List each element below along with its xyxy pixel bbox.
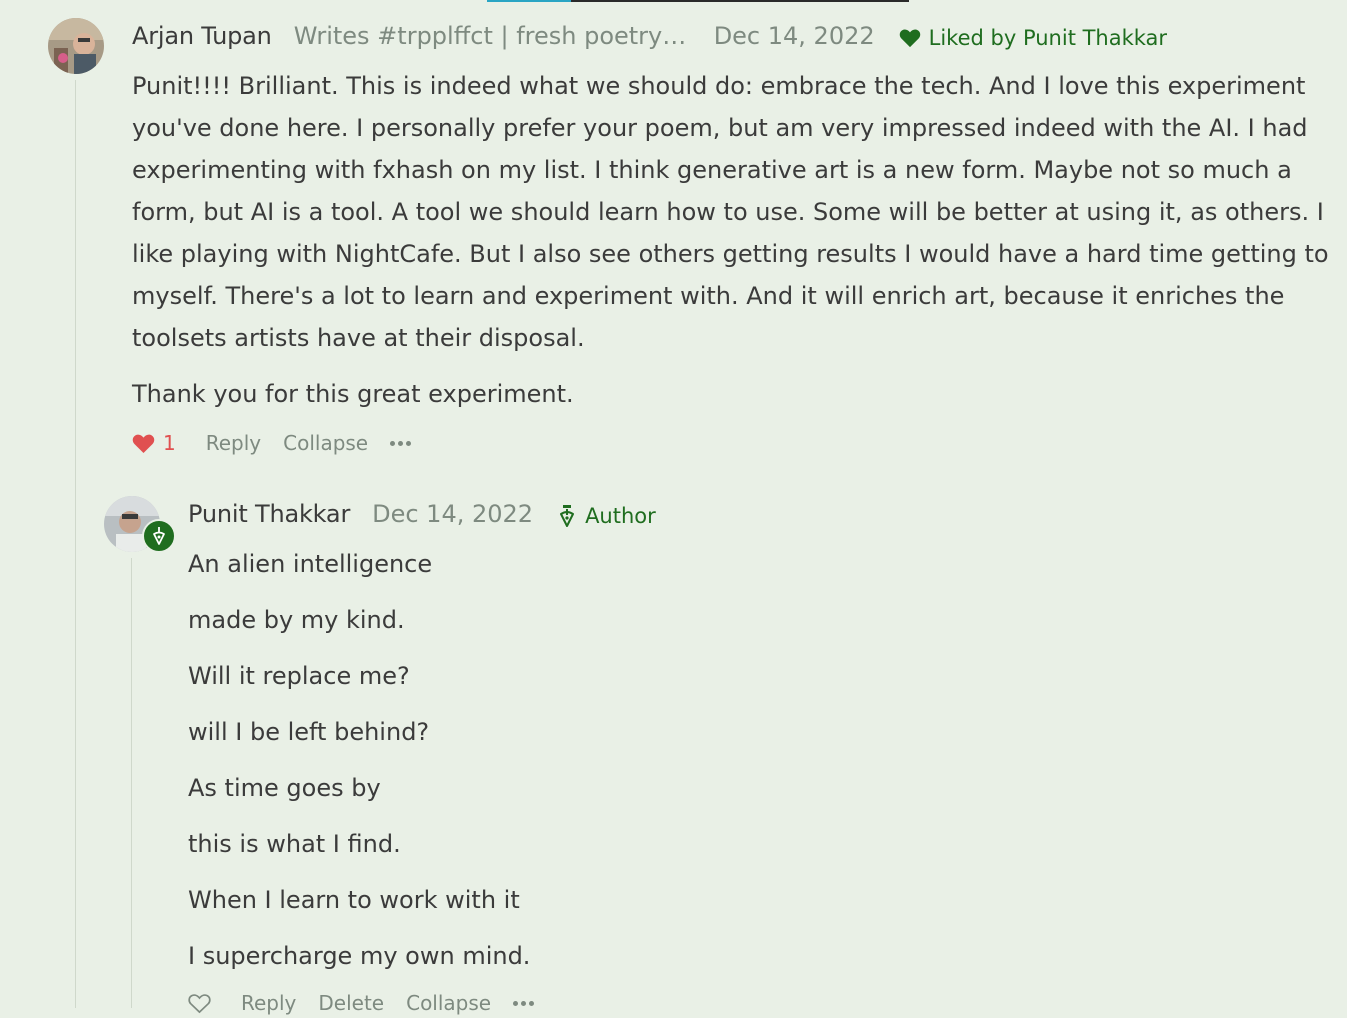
commenter-bio: Writes #trpplffct | fresh poetry & fri..… (293, 22, 692, 50)
reply-button[interactable]: Reply (206, 431, 261, 455)
collapse-button[interactable]: Collapse (283, 431, 368, 455)
comment-header: Punit Thakkar Dec 14, 2022 Author (188, 496, 656, 532)
author-tag: Author (559, 504, 656, 528)
delete-button[interactable]: Delete (318, 991, 384, 1015)
heart-outline-icon (188, 993, 211, 1013)
poem-line: As time goes by (188, 774, 381, 802)
pen-nib-icon (153, 527, 165, 545)
liked-by-author: Liked by Punit Thakkar (899, 26, 1167, 50)
liked-by-label: Liked by Punit Thakkar (928, 26, 1168, 50)
thread-line-2 (131, 558, 132, 1008)
more-dots-icon[interactable] (390, 440, 412, 446)
comment-paragraph: Punit!!!! Brilliant. This is indeed what… (132, 72, 1329, 352)
comment-date[interactable]: Dec 14, 2022 (714, 22, 875, 50)
poem-line: will I be left behind? (188, 718, 430, 746)
like-button[interactable]: 1 (132, 431, 176, 455)
author-tag-label: Author (585, 504, 656, 528)
reply-button[interactable]: Reply (241, 991, 296, 1015)
poem-line: this is what I find. (188, 830, 401, 858)
avatar[interactable] (48, 18, 104, 74)
poem-line: An alien intelligence (188, 550, 433, 578)
like-count: 1 (163, 431, 176, 455)
commenter-name[interactable]: Arjan Tupan (132, 22, 272, 50)
collapse-button[interactable]: Collapse (406, 991, 491, 1015)
more-dots-icon[interactable] (513, 1000, 535, 1006)
like-button[interactable] (188, 993, 211, 1014)
heart-icon (899, 28, 921, 48)
author-badge (142, 519, 176, 553)
poem-line: When I learn to work with it (188, 886, 520, 914)
top-progress-strip (487, 0, 909, 2)
top-strip-accent (487, 0, 571, 2)
poem-line: Will it replace me? (188, 662, 410, 690)
pen-nib-icon (559, 504, 575, 528)
comment-actions: Reply Delete Collapse (188, 988, 535, 1018)
commenter-name[interactable]: Punit Thakkar (188, 500, 350, 528)
comment-body: Punit!!!! Brilliant. This is indeed what… (132, 65, 1332, 429)
poem-line: I supercharge my own mind. (188, 942, 531, 970)
top-strip-dark (571, 0, 909, 2)
thread-line-1 (75, 80, 76, 1008)
comment-paragraph: Thank you for this great experiment. (132, 380, 574, 408)
heart-filled-icon (132, 434, 155, 453)
poem-line: made by my kind. (188, 606, 405, 634)
comment-actions: 1 Reply Collapse (132, 428, 412, 458)
comment-body: An alien intelligence made by my kind. W… (188, 543, 1288, 991)
comment-header: Arjan Tupan Writes #trpplffct | fresh po… (132, 18, 1167, 54)
comment-date[interactable]: Dec 14, 2022 (372, 500, 533, 528)
